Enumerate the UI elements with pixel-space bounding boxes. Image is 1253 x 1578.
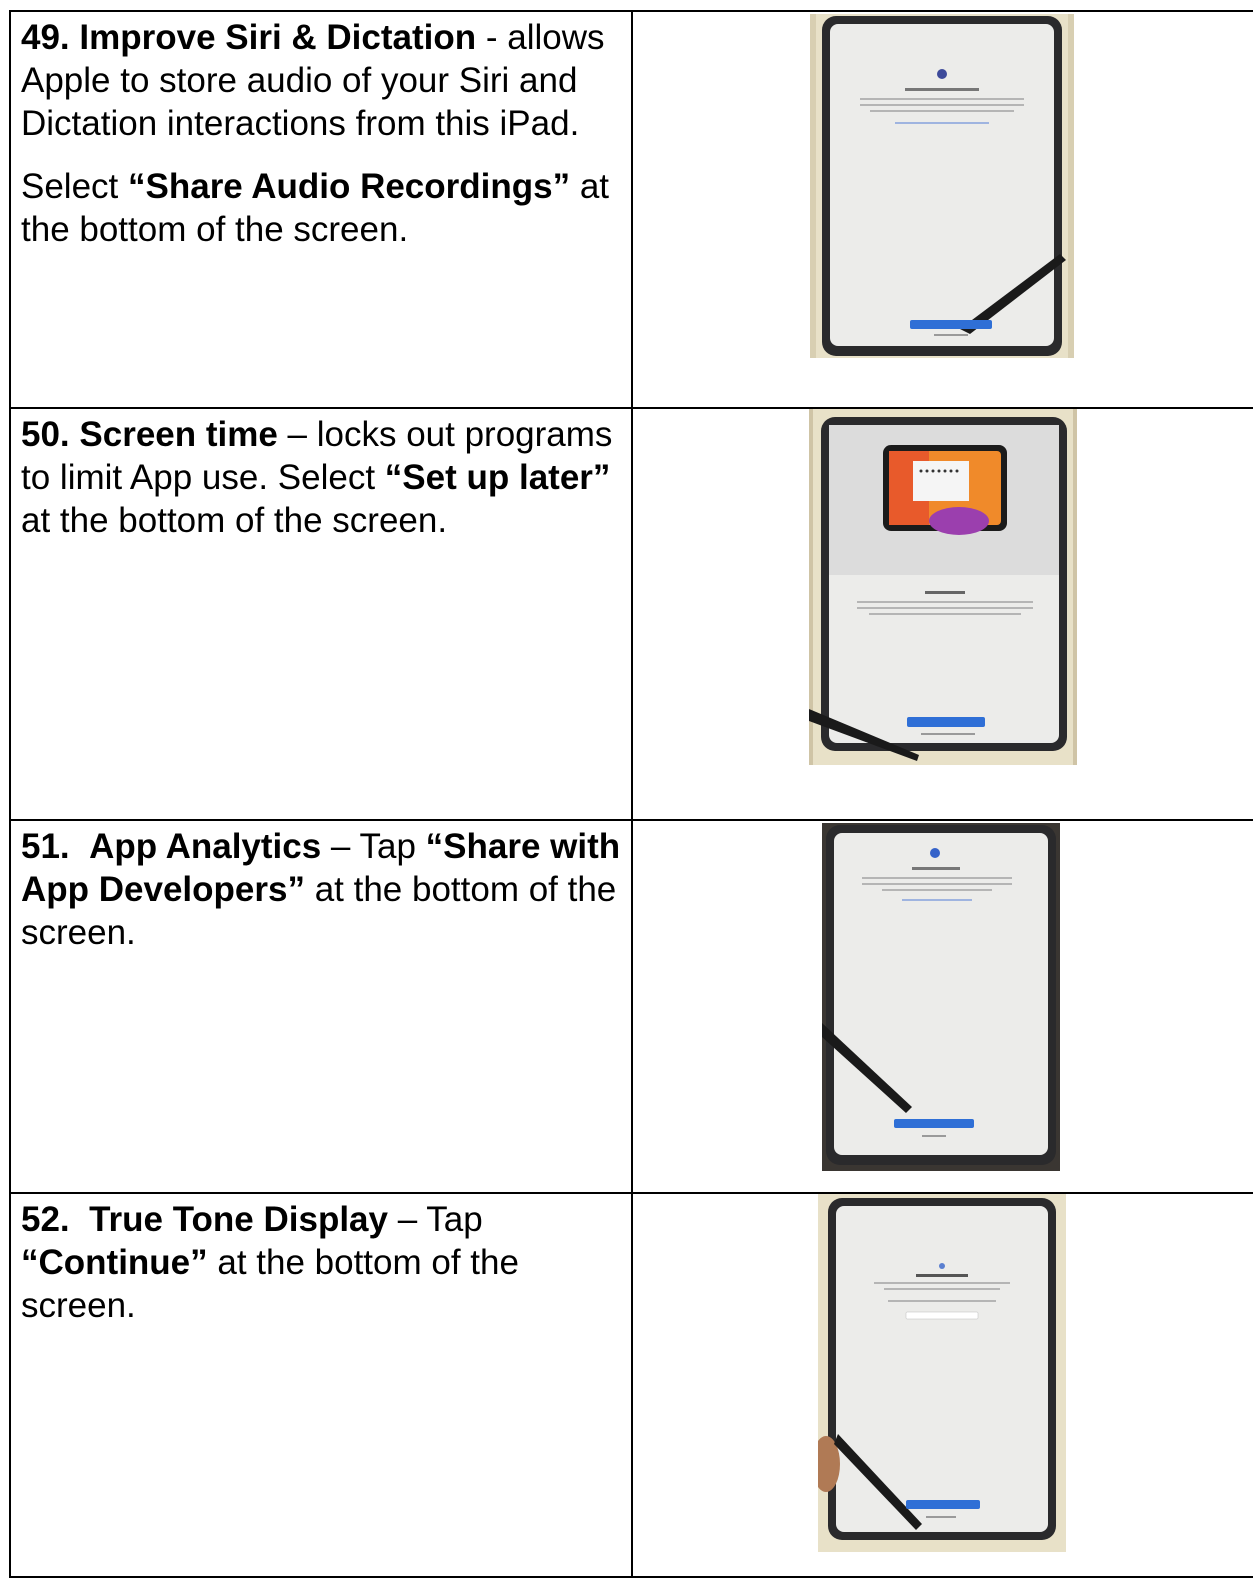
step-text-cell: 52. True Tone Display – Tap “Continue” a… — [9, 1192, 633, 1578]
instruction-target: “Share Audio Recordings” — [128, 167, 571, 206]
table-row: 52. True Tone Display – Tap “Continue” a… — [9, 1192, 1253, 1578]
ipad-screen-time-photo — [809, 409, 1077, 765]
instruction-target: “Continue” — [21, 1243, 208, 1282]
table-row: 51. App Analytics – Tap “Share with App … — [9, 819, 1253, 1194]
ipad-siri-dictation-photo — [810, 14, 1074, 358]
step-number: 51. — [21, 827, 70, 866]
instruction-table: 49. Improve Siri & Dictation - allows Ap… — [9, 10, 1253, 1578]
step-photo-cell — [631, 407, 1253, 821]
table-row: 49. Improve Siri & Dictation - allows Ap… — [9, 10, 1253, 409]
cropped-header-text — [0, 0, 1253, 10]
step-title: Improve Siri & Dictation — [79, 18, 477, 57]
step-photo-cell — [631, 1192, 1253, 1578]
step-photo-cell — [631, 10, 1253, 409]
ipad-true-tone-photo — [818, 1194, 1066, 1552]
step-title: Screen time — [79, 415, 278, 454]
step-separator: – — [277, 415, 317, 454]
instruction-target: “Set up later” — [384, 458, 611, 497]
step-text-cell: 50. Screen time – locks out programs to … — [9, 407, 633, 821]
step-title: True Tone Display — [89, 1200, 388, 1239]
step-text-cell: 51. App Analytics – Tap “Share with App … — [9, 819, 633, 1194]
step-text-cell: 49. Improve Siri & Dictation - allows Ap… — [9, 10, 633, 409]
instruction-prefix: Tap — [426, 1200, 483, 1239]
table-row: 50. Screen time – locks out programs to … — [9, 407, 1253, 821]
ipad-app-analytics-photo — [822, 823, 1060, 1171]
step-number: 50. — [21, 415, 70, 454]
step-number: 49. — [21, 18, 70, 57]
instruction-prefix: Select — [21, 167, 128, 206]
step-separator: - — [476, 18, 498, 57]
step-separator: – — [387, 1200, 427, 1239]
instruction-prefix: Tap — [359, 827, 426, 866]
step-photo-cell — [631, 819, 1253, 1194]
instruction-suffix: at the bottom of the screen. — [21, 501, 448, 540]
step-separator: – — [321, 827, 360, 866]
step-title: App Analytics — [89, 827, 322, 866]
step-number: 52. — [21, 1200, 70, 1239]
